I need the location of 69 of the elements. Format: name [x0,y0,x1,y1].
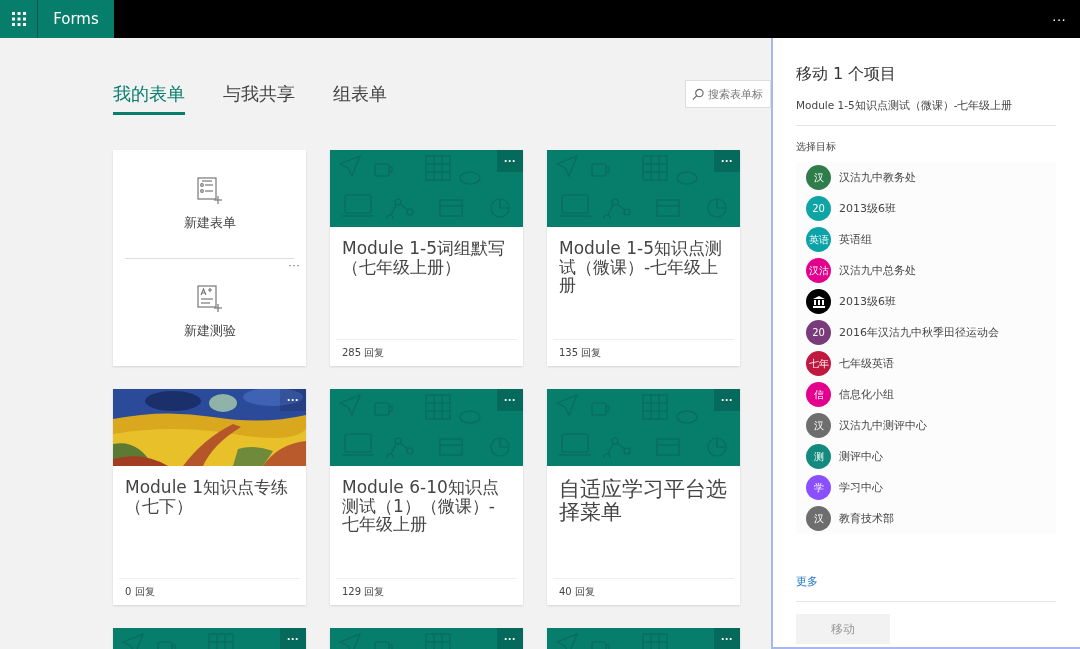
response-count: 285 回复 [342,346,385,360]
group-item[interactable]: 20 2016年汉沽九中秋季田径运动会 [796,317,1056,348]
form-title: Module 1知识点专练（七下） [124,476,290,518]
group-item[interactable]: 七年 七年级英语 [796,348,1056,379]
group-avatar: 信 [806,382,831,407]
group-avatar: 20 [806,320,831,345]
form-card[interactable]: ··· Module 1知识点专练（七下） 0 回复 [113,389,306,605]
tab[interactable]: 我的表单 [113,73,185,115]
search-input[interactable]: 搜索表单标 [708,88,770,100]
more-button[interactable]: ··· [497,628,523,649]
group-item[interactable]: 2013级6班 [796,286,1056,317]
more-button[interactable]: ··· [280,628,306,649]
tab[interactable]: 与我共享 [223,73,295,115]
item-name: Module 1-5知识点测试（微课）-七年级上册 [796,99,1014,113]
group-avatar: 汉 [806,165,831,190]
waffle-icon [11,12,26,26]
response-count: 129 回复 [342,585,385,599]
more-button[interactable]: ··· [1038,0,1080,38]
form-card[interactable]: ··· Module 1-5知识点测试（微课）-七年级上册 135 回复 [547,150,740,366]
group-avatar: 学 [806,475,831,500]
group-item[interactable]: 20 2013级6班 [796,193,1056,224]
more-link[interactable]: 更多 [796,574,818,589]
new-button[interactable]: 新建表单 [183,213,236,232]
building-icon [812,295,825,308]
more-button[interactable]: ··· [497,389,523,411]
form-title: Module 1-5词组默写（七年级上册） [341,237,506,279]
group-avatar: 汉沽 [806,258,831,283]
tab[interactable]: 组表单 [333,73,387,115]
app-title[interactable]: Forms [38,0,114,38]
group-avatar: 汉 [806,413,831,438]
group-item[interactable]: 测 测评中心 [796,441,1056,472]
group-avatar: 20 [806,196,831,221]
search-field[interactable]: 搜索表单标 [685,80,771,108]
more-button[interactable]: ··· [497,150,523,172]
form-card[interactable]: ··· 自适应学习平台选择菜单 40 回复 [547,389,740,605]
more-button[interactable]: ··· [280,389,306,411]
form-title: Module 6-10知识点测试（1）（微课）-七年级上册 [341,476,500,537]
group-avatar: 测 [806,444,831,469]
form-card[interactable]: ··· Module 6-10知识点测试（1）（微课）-七年级上册 129 回复 [330,389,523,605]
new-button[interactable]: 新建测验 [183,322,236,341]
group-avatar: 英语 [806,227,831,252]
section-label: 选择目标 [796,140,837,154]
app-launcher-button[interactable] [0,0,38,38]
search-icon [692,87,704,101]
form-title: 自适应学习平台选择菜单 [558,476,728,527]
form-card[interactable]: ··· Module 1-5词组默写（七年级上册） 285 回复 [330,150,523,366]
group-item[interactable]: 学 学习中心 [796,472,1056,503]
form-card[interactable]: ··· [113,628,306,649]
group-item[interactable]: 汉 教育技术部 [796,503,1056,534]
response-count: 0 回复 [125,585,155,599]
more-button[interactable]: ··· [714,389,740,411]
group-item[interactable]: 信 信息化小组 [796,379,1056,410]
response-count: 135 回复 [559,346,602,360]
group-item[interactable]: 汉 汉沽九中教务处 [796,162,1056,193]
group-item[interactable]: 汉沽 汉沽九中总务处 [796,255,1056,286]
more-button[interactable]: ··· [288,258,300,272]
group-item[interactable]: 汉 汉沽九中测评中心 [796,410,1056,441]
panel-title: 移动 1 个项目 [796,64,898,85]
response-count: 40 回复 [559,585,595,599]
new-form-icon [195,175,224,204]
group-item[interactable]: 英语 英语组 [796,224,1056,255]
new-quiz-icon [195,284,224,313]
group-avatar: 汉 [806,506,831,531]
form-title: Module 1-5知识点测试（微课）-七年级上册 [558,237,723,298]
form-card[interactable]: ··· [547,628,740,649]
more-button[interactable]: ··· [714,150,740,172]
more-button[interactable]: ··· [714,628,740,649]
form-card[interactable]: ··· [330,628,523,649]
group-avatar: 七年 [806,351,831,376]
